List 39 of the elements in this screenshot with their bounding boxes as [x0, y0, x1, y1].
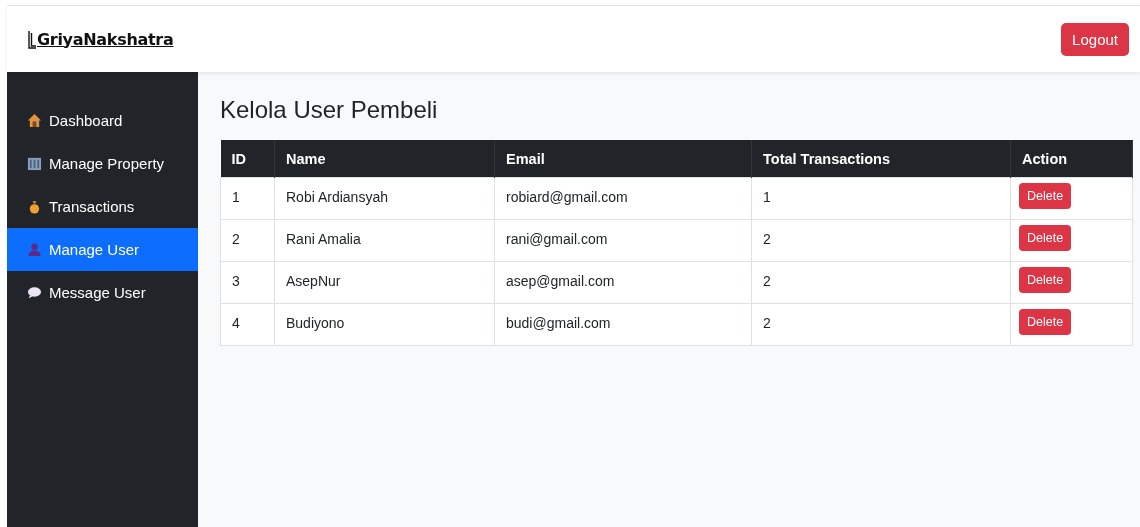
user-icon	[27, 242, 42, 257]
column-header: Action	[1010, 140, 1133, 178]
table-cell: 1	[751, 177, 1011, 220]
table-cell: budi@gmail.com	[494, 303, 752, 346]
table-cell: rani@gmail.com	[494, 219, 752, 262]
table-cell: Robi Ardiansyah	[274, 177, 495, 220]
logo-icon	[28, 30, 36, 49]
table-cell: 1	[220, 177, 275, 220]
table-cell: robiard@gmail.com	[494, 177, 752, 220]
page-title: Kelola User Pembeli	[220, 96, 439, 124]
building-icon	[27, 156, 42, 171]
table-cell: 3	[220, 261, 275, 304]
table-cell: 2	[751, 219, 1011, 262]
table-cell: 2	[751, 303, 1011, 346]
table-cell: asep@gmail.com	[494, 261, 752, 304]
column-header: ID	[220, 140, 275, 178]
delete-button[interactable]: Delete	[1019, 267, 1072, 293]
delete-button[interactable]: Delete	[1019, 309, 1072, 335]
table-cell: AsepNur	[274, 261, 495, 304]
house-icon	[27, 113, 42, 128]
table-cell: Budiyono	[274, 303, 495, 346]
money-bag-icon	[27, 199, 42, 214]
brand-name[interactable]: GriyaNakshatra	[37, 29, 174, 49]
sidebar-item[interactable]: Message User	[7, 271, 198, 314]
table-cell: 4	[220, 303, 275, 346]
delete-button[interactable]: Delete	[1019, 225, 1072, 251]
table-cell: Rani Amalia	[274, 219, 495, 262]
sidebar-item[interactable]: Manage Property	[7, 142, 198, 185]
column-header: Email	[494, 140, 752, 178]
sidebar-item[interactable]: Transactions	[7, 185, 198, 228]
delete-button[interactable]: Delete	[1019, 183, 1072, 209]
sidebar-item[interactable]: Dashboard	[7, 99, 198, 142]
column-header: Total Transactions	[751, 140, 1011, 178]
table-cell: 2	[220, 219, 275, 262]
table-cell: 2	[751, 261, 1011, 304]
logout-button[interactable]: Logout	[1061, 22, 1129, 56]
speech-bubble-icon	[27, 285, 42, 300]
column-header: Name	[274, 140, 495, 178]
sidebar-item[interactable]: Manage User	[7, 228, 198, 271]
